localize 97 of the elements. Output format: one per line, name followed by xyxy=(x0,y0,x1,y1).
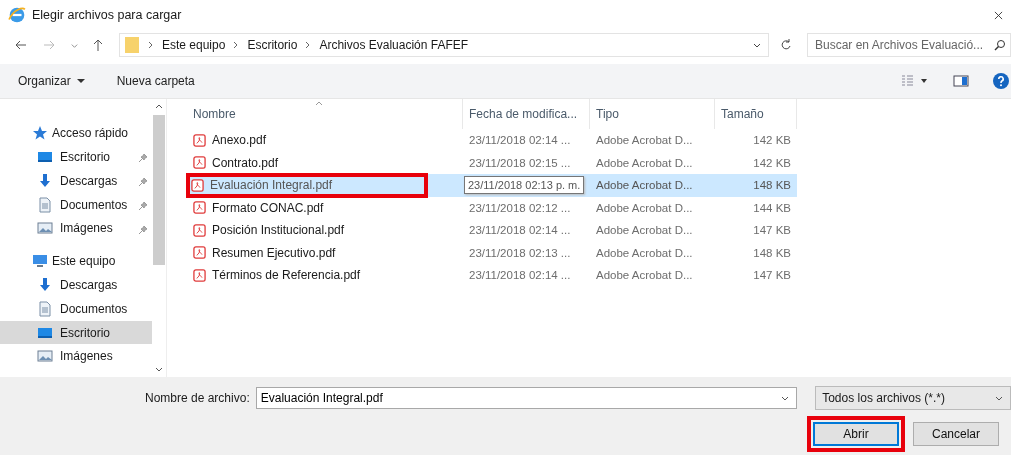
pin-icon[interactable] xyxy=(138,200,148,211)
monitor-icon xyxy=(32,252,48,269)
file-name: Resumen Ejecutivo.pdf xyxy=(212,245,336,260)
breadcrumb[interactable]: Archivos Evaluación FAFEF xyxy=(319,38,469,52)
file-name: Anexo.pdf xyxy=(212,133,267,148)
sidebar-item[interactable]: Descargas xyxy=(0,168,152,193)
scroll-down-icon[interactable] xyxy=(155,367,163,373)
pdf-file-icon xyxy=(193,268,206,282)
table-cell: 147 KB xyxy=(753,269,791,282)
pin-icon[interactable] xyxy=(138,152,148,163)
table-cell: 148 KB xyxy=(753,246,791,259)
table-cell: 142 KB xyxy=(753,134,791,147)
pdf-file-icon xyxy=(193,201,206,215)
star-icon xyxy=(32,124,48,141)
table-cell: 23/11/2018 02:14 ... xyxy=(469,134,571,147)
chevron-right-icon[interactable] xyxy=(305,41,312,49)
sidebar-item[interactable]: Este equipo xyxy=(0,248,152,273)
table-cell: 147 KB xyxy=(753,224,791,237)
search-icon[interactable] xyxy=(994,39,1006,51)
filename-field[interactable]: Evaluación Integral.pdf xyxy=(255,387,798,409)
table-cell: Adobe Acrobat D... xyxy=(596,246,693,259)
column-header[interactable]: Nombre xyxy=(187,99,463,129)
back-arrow-icon[interactable] xyxy=(14,38,28,52)
table-cell: 23/11/2018 02:14 ... xyxy=(469,269,571,282)
table-cell: Adobe Acrobat D... xyxy=(596,224,693,237)
file-row[interactable]: Anexo.pdf 23/11/2018 02:14 ... Adobe Acrobat D... 142 KB xyxy=(187,129,797,152)
cancel-button[interactable]: Cancelar xyxy=(913,422,999,446)
table-cell: 23/11/2018 02:14 ... xyxy=(469,224,571,237)
download-arrow-icon xyxy=(37,172,53,189)
pdf-file-icon xyxy=(191,178,204,192)
column-header[interactable]: Tamaño xyxy=(715,99,797,129)
file-row[interactable]: Términos de Referencia.pdf 23/11/2018 02:14 ... Adobe Acrobat D... 147 KB xyxy=(187,264,797,287)
sidebar-item[interactable]: Imágenes xyxy=(0,216,152,241)
sidebar-item[interactable]: Escritorio xyxy=(0,144,152,169)
sidebar-item[interactable]: Documentos xyxy=(0,296,152,321)
column-header[interactable]: Fecha de modifica... xyxy=(463,99,590,129)
caret-icon xyxy=(76,78,85,84)
file-row[interactable]: Resumen Ejecutivo.pdf 23/11/2018 02:13 ... Adobe Acrobat D... 148 KB xyxy=(187,241,797,264)
view-options-icon[interactable] xyxy=(901,74,929,88)
file-name: Contrato.pdf xyxy=(212,155,279,170)
sidebar-item[interactable]: Descargas xyxy=(0,272,152,297)
field-label: Nombre de archivo: xyxy=(145,391,250,405)
document-icon xyxy=(37,196,53,213)
pdf-file-icon xyxy=(193,246,206,260)
preview-pane-icon[interactable] xyxy=(953,75,969,87)
file-type-dropdown[interactable]: Todos los archivos (*.*) xyxy=(815,386,1011,410)
sidebar-item[interactable]: Escritorio xyxy=(0,320,152,345)
close-icon[interactable] xyxy=(994,10,1003,20)
organize-button[interactable]: Organizar xyxy=(14,72,89,90)
image-icon xyxy=(37,220,53,237)
table-cell: Adobe Acrobat D... xyxy=(596,201,693,214)
scroll-up-icon[interactable] xyxy=(155,103,163,109)
file-name: Términos de Referencia.pdf xyxy=(212,268,361,283)
table-cell: 142 KB xyxy=(753,156,791,169)
pdf-file-icon xyxy=(193,156,206,170)
file-row[interactable]: Contrato.pdf 23/11/2018 02:15 ... Adobe Acrobat D... 142 KB xyxy=(187,151,797,174)
refresh-icon[interactable] xyxy=(779,38,793,52)
sidebar-item[interactable]: Documentos xyxy=(0,192,152,217)
table-cell: Adobe Acrobat D... xyxy=(596,134,693,147)
table-cell: Adobe Acrobat D... xyxy=(596,269,693,282)
image-icon xyxy=(37,348,53,365)
pin-icon[interactable] xyxy=(138,176,148,187)
address-bar[interactable]: Este equipo Escritorio Archivos Evaluación FAFEF xyxy=(119,33,769,57)
table-cell: 144 KB xyxy=(753,201,791,214)
sidebar-item[interactable]: Imágenes xyxy=(0,344,152,369)
pdf-file-icon xyxy=(193,223,206,237)
pin-icon[interactable] xyxy=(138,224,148,235)
file-name: Evaluación Integral.pdf xyxy=(210,178,333,193)
table-cell: 23/11/2018 02:15 ... xyxy=(469,156,571,169)
pdf-file-icon xyxy=(193,133,206,147)
open-button[interactable]: Abrir xyxy=(813,422,899,446)
sidebar-item[interactable]: Acceso rápido xyxy=(0,121,152,145)
help-icon[interactable] xyxy=(993,73,1009,89)
file-name: Formato CONAC.pdf xyxy=(212,200,324,215)
table-cell: 23/11/2018 02:12 ... xyxy=(469,201,571,214)
folder-icon xyxy=(124,36,140,54)
breadcrumb[interactable]: Escritorio xyxy=(247,38,298,52)
table-cell: 148 KB xyxy=(753,179,791,192)
table-cell: Adobe Acrobat D... xyxy=(596,156,693,169)
table-cell: Adobe Acrobat D... xyxy=(596,179,693,192)
search-field[interactable]: Buscar en Archivos Evaluació... xyxy=(807,33,1011,57)
new-folder-button[interactable]: Nueva carpeta xyxy=(112,72,199,90)
table-cell: 23/11/2018 02:13 ... xyxy=(469,246,571,259)
chevron-right-icon[interactable] xyxy=(233,41,240,49)
document-icon xyxy=(37,300,53,317)
column-header[interactable]: Tipo xyxy=(590,99,715,129)
file-row[interactable]: Formato CONAC.pdf 23/11/2018 02:12 ... Adobe Acrobat D... 144 KB xyxy=(187,196,797,219)
browser-logo-icon xyxy=(8,6,26,24)
file-row[interactable]: Posición Institucional.pdf 23/11/2018 02:14 ... Adobe Acrobat D... 147 KB xyxy=(187,219,797,242)
chevron-right-icon[interactable] xyxy=(148,41,154,49)
window-title: Elegir archivos para cargar xyxy=(32,8,182,22)
up-arrow-icon[interactable] xyxy=(91,38,105,52)
file-name: Posición Institucional.pdf xyxy=(212,223,345,238)
download-arrow-icon xyxy=(37,276,53,293)
breadcrumb[interactable]: Este equipo xyxy=(162,38,226,52)
file-row[interactable]: Evaluación Integral.pdf 23/11/2018 02:13 p. m. Adobe Acrobat D... 148 KB xyxy=(187,174,797,197)
tooltip: 23/11/2018 02:13 p. m. xyxy=(464,176,585,195)
